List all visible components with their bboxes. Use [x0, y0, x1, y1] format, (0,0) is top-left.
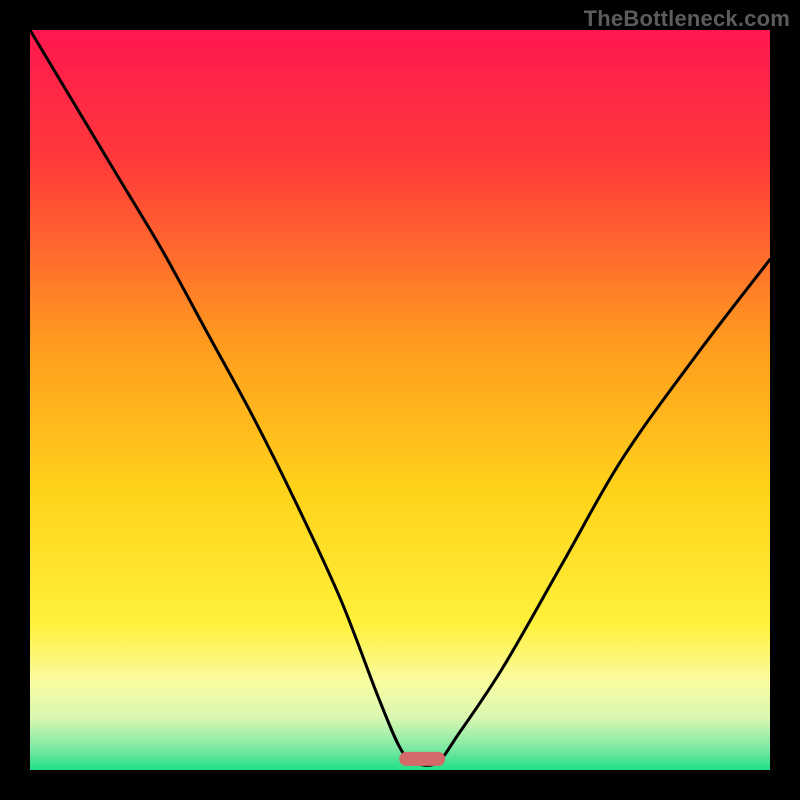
watermark-text: TheBottleneck.com — [584, 6, 790, 32]
bottleneck-chart — [0, 0, 800, 800]
plot-background — [30, 30, 770, 770]
minimum-marker — [399, 752, 445, 766]
chart-frame: TheBottleneck.com — [0, 0, 800, 800]
